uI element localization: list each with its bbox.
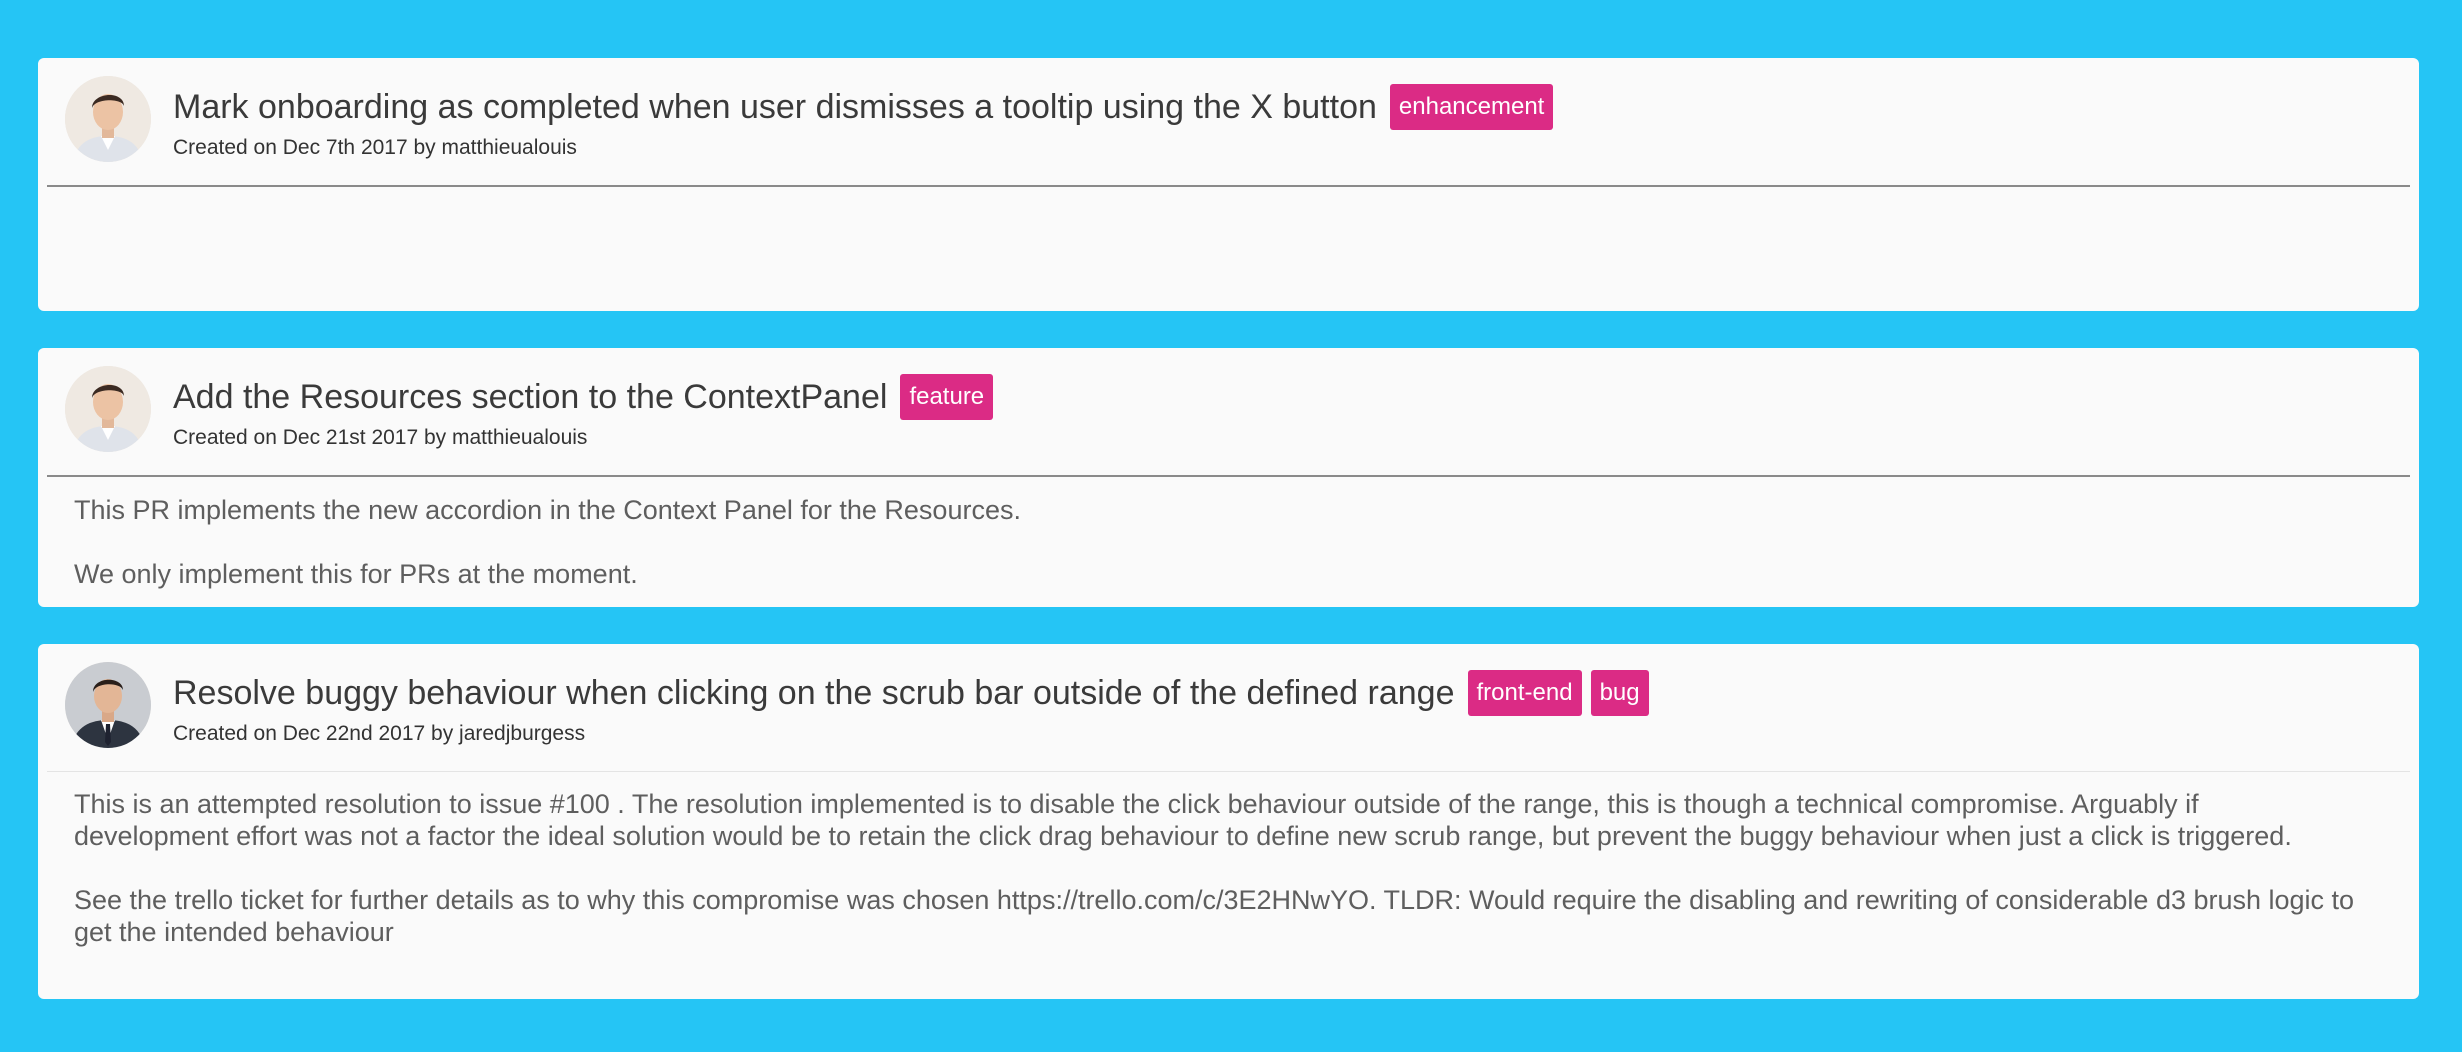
pr-card-header: Add the Resources section to the Context… [38,348,2419,477]
divider [47,475,2410,477]
pr-meta: Created on Dec 7th 2017 by matthieualoui… [173,136,577,159]
description-paragraph: We only implement this for PRs at the mo… [74,559,638,589]
description-paragraph: This is an attempted resolution to issue… [74,789,2292,851]
pr-description: This is an attempted resolution to issue… [74,788,2359,948]
pr-card-header: Resolve buggy behaviour when clicking on… [38,644,2419,772]
description-paragraph: See the trello ticket for further detail… [74,885,2355,947]
avatar[interactable] [65,76,151,162]
pr-title[interactable]: Add the Resources section to the Context… [173,377,887,417]
pr-meta: Created on Dec 21st 2017 by matthieualou… [173,426,588,449]
label-badge: front-end [1467,670,1582,716]
description-paragraph: This PR implements the new accordion in … [74,495,1021,525]
user-avatar-icon [65,76,151,162]
user-avatar-icon [65,662,151,748]
pr-meta: Created on Dec 22nd 2017 by jaredjburges… [173,722,586,745]
label-badge: feature [900,374,994,420]
pr-card[interactable]: Mark onboarding as completed when user d… [38,58,2419,311]
avatar[interactable] [65,662,151,748]
divider [47,185,2410,187]
pr-card-header: Mark onboarding as completed when user d… [38,58,2419,187]
divider [47,771,2410,772]
pr-description: This PR implements the new accordion in … [74,494,2359,590]
pr-card[interactable]: Resolve buggy behaviour when clicking on… [38,644,2419,999]
label-badge: enhancement [1389,84,1554,130]
pr-card[interactable]: Add the Resources section to the Context… [38,348,2419,607]
user-avatar-icon [65,366,151,452]
pr-title[interactable]: Resolve buggy behaviour when clicking on… [173,673,1455,713]
avatar[interactable] [65,366,151,452]
label-badge: bug [1590,670,1649,716]
pr-title[interactable]: Mark onboarding as completed when user d… [173,87,1377,127]
